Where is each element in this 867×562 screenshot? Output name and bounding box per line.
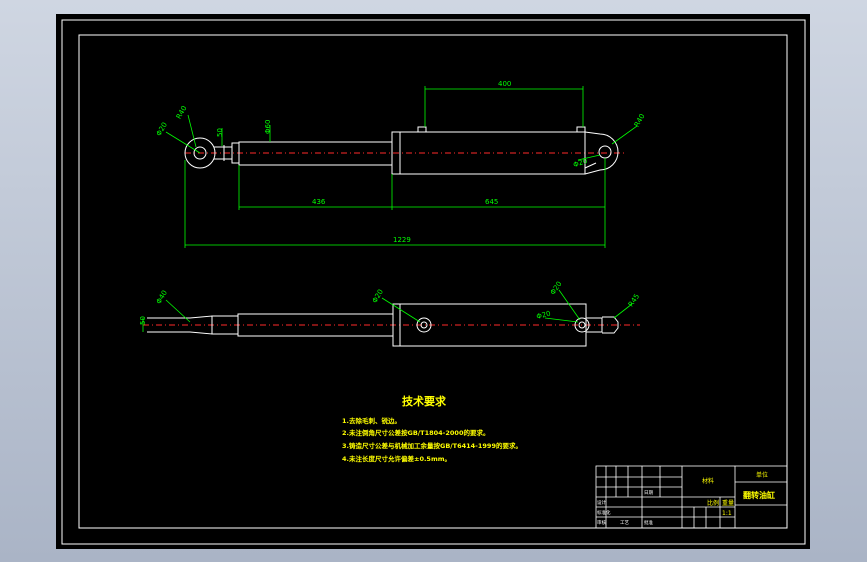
dim-rod-dia2: Φ60	[264, 120, 272, 134]
tb-part-name: 翻转油缸	[743, 490, 775, 500]
dim-rod-length: 436	[312, 198, 326, 206]
tb-scale-value: 1:1	[722, 510, 732, 517]
tb-process: 工艺	[620, 520, 629, 526]
requirement-1: 1.去除毛刺、锐边。	[342, 416, 401, 425]
tb-review: 审核	[597, 519, 606, 526]
dim-cylinder-length: 645	[485, 198, 498, 206]
dim-overall-length: 1229	[393, 236, 411, 244]
dim-top-span: 400	[498, 80, 511, 88]
tb-scale-label: 比例	[707, 499, 719, 507]
requirement-2: 2.未注倒角尺寸公差按GB/T1804-2000的要求。	[342, 428, 489, 437]
requirements-title: 技术要求	[402, 394, 447, 408]
tb-designer: 设计	[597, 499, 606, 506]
dim-rod-dia: 50	[216, 128, 224, 137]
tb-date: 日期	[644, 490, 653, 496]
tb-material-label: 材料	[702, 477, 714, 485]
tb-company-label: 单位	[756, 471, 768, 479]
dim-front-height: 50	[139, 316, 147, 325]
tb-standard: 标准化	[597, 509, 611, 516]
tb-approve: 批准	[644, 519, 653, 526]
cad-drawing-sheet: 400 436 645 1229 R40 Φ20 50 Φ60 R40 Φ20	[56, 14, 810, 549]
requirement-4: 4.未注长度尺寸允许偏差±0.5mm。	[342, 454, 451, 463]
drawing-canvas	[56, 14, 810, 549]
requirement-3: 3.铸造尺寸公差与机械加工余量按GB/T6414-1999的要求。	[342, 441, 522, 450]
tb-weight-label: 重量	[722, 499, 734, 507]
